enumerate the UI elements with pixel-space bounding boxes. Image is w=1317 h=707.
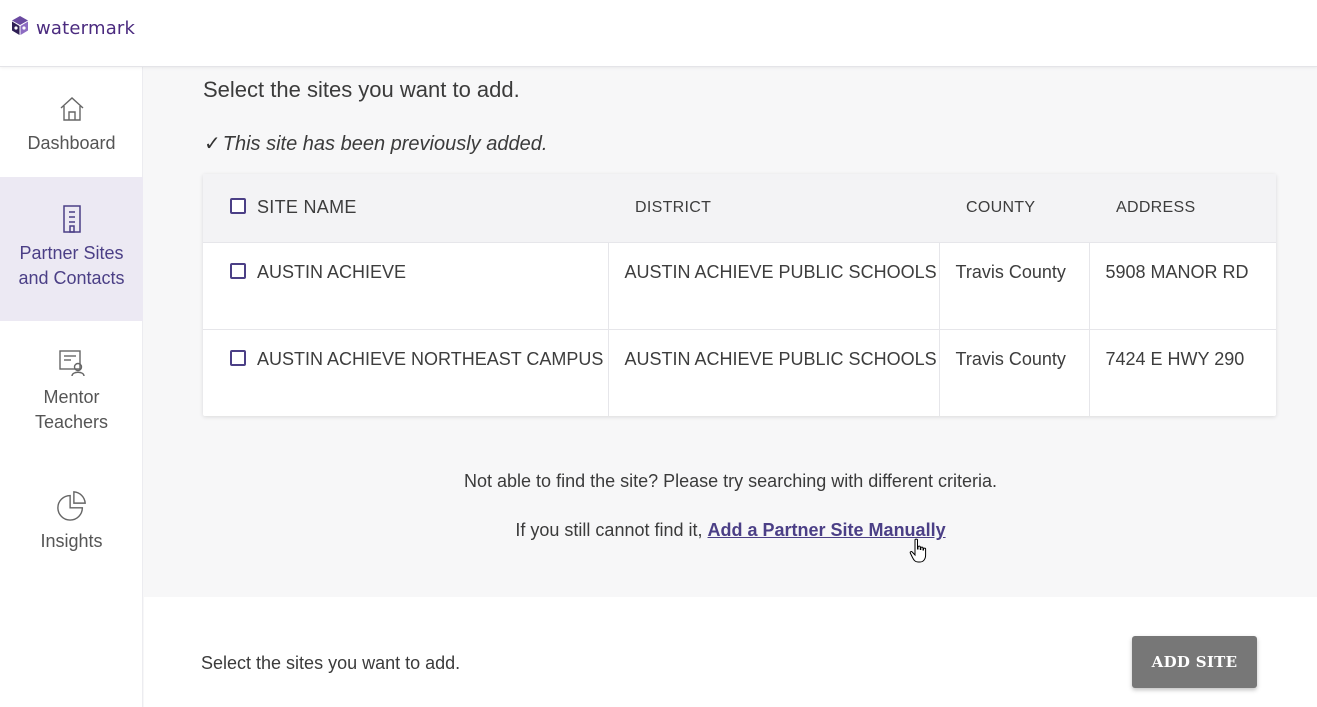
watermark-logo-icon <box>10 15 30 42</box>
table-header-row: SITE NAME DISTRICT COUNTY ADDRESS <box>203 174 1276 242</box>
row-checkbox[interactable] <box>230 262 246 279</box>
manual-add-prefix: If you still cannot find it, <box>515 520 703 540</box>
footer-instruction: Select the sites you want to add. <box>201 653 461 673</box>
footer-bar: Select the sites you want to add. ADD SI… <box>144 597 1317 707</box>
cell-address: 7424 E HWY 290 <box>1088 328 1276 416</box>
column-header-county: COUNTY <box>966 198 1036 216</box>
sidebar-item-mentor-teachers[interactable]: Mentor Teachers <box>0 347 143 435</box>
top-bar: watermark <box>0 0 1317 67</box>
sidebar-item-partner-sites[interactable]: Partner Sites and Contacts <box>0 177 143 321</box>
sidebar: Dashboard Partner Sites and Contacts Men <box>0 67 143 707</box>
checkmark-icon: ✓ <box>204 133 221 155</box>
add-partner-site-manually-link[interactable]: Add a Partner Site Manually <box>708 520 946 540</box>
column-header-district: DISTRICT <box>635 198 712 216</box>
sidebar-item-label: Insights <box>40 531 103 551</box>
sidebar-item-insights[interactable]: Insights <box>0 489 143 554</box>
main-content: Select the sites you want to add. ✓ This … <box>144 67 1317 597</box>
cell-address: 5908 MANOR RD <box>1088 241 1276 329</box>
table-row: AUSTIN ACHIEVE NORTHEAST CAMPUS AUSTIN A… <box>203 328 1276 416</box>
add-site-button[interactable]: ADD SITE <box>1132 636 1257 688</box>
page-heading: Select the sites you want to add. <box>203 77 520 102</box>
sidebar-item-label: Mentor Teachers <box>34 387 109 432</box>
manual-add-prompt: If you still cannot find it, Add a Partn… <box>144 520 1317 541</box>
sidebar-item-label: Partner Sites and Contacts <box>18 243 125 288</box>
not-found-message: Not able to find the site? Please try se… <box>464 471 997 491</box>
cell-county: Travis County <box>938 328 1089 416</box>
select-all-checkbox[interactable] <box>230 198 246 215</box>
cell-site-name: AUSTIN ACHIEVE <box>203 241 608 329</box>
sites-table: SITE NAME DISTRICT COUNTY ADDRESS AUSTIN… <box>203 174 1276 416</box>
row-checkbox[interactable] <box>230 349 246 366</box>
table-row: AUSTIN ACHIEVE AUSTIN ACHIEVE PUBLIC SCH… <box>203 241 1276 329</box>
cell-county: Travis County <box>938 241 1089 329</box>
column-header-address: ADDRESS <box>1116 198 1196 216</box>
column-header-site-name: SITE NAME <box>203 174 608 242</box>
previously-added-text: This site has been previously added. <box>222 133 548 155</box>
hand-pointer-cursor-icon <box>909 538 929 569</box>
sidebar-item-label: Dashboard <box>27 133 116 153</box>
previously-added-note: ✓ This site has been previously added. <box>204 131 547 156</box>
pie-chart-icon <box>56 489 88 521</box>
cell-district: AUSTIN ACHIEVE PUBLIC SCHOOLS <box>607 241 939 329</box>
logo-text: watermark <box>36 18 136 39</box>
sidebar-item-dashboard[interactable]: Dashboard <box>0 93 143 156</box>
app-logo[interactable]: watermark <box>10 15 135 42</box>
cell-site-name: AUSTIN ACHIEVE NORTHEAST CAMPUS <box>203 328 608 416</box>
home-icon <box>56 93 88 125</box>
cell-district: AUSTIN ACHIEVE PUBLIC SCHOOLS <box>607 328 939 416</box>
building-icon <box>56 203 88 235</box>
mentor-certificate-icon <box>56 347 88 379</box>
